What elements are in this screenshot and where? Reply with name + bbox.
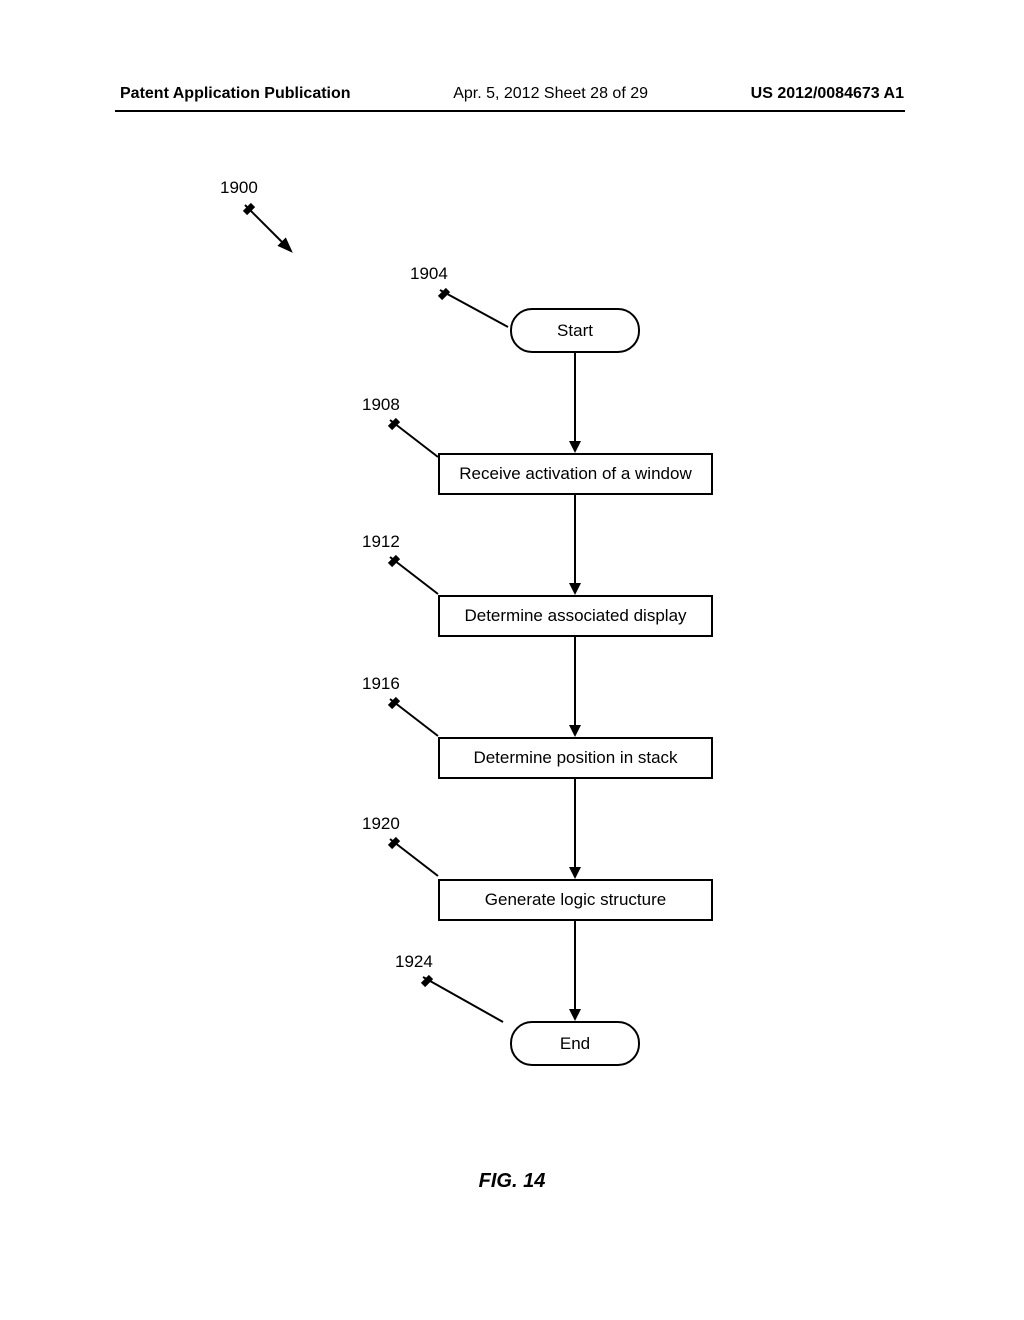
flowchart-step2: Determine associated display [438, 595, 713, 637]
page-header: Patent Application Publication Apr. 5, 2… [0, 85, 1024, 103]
label-1924: 1924 [395, 952, 433, 972]
label-1904: 1904 [410, 264, 448, 284]
arrow-3 [574, 637, 576, 727]
flowchart-step3: Determine position in stack [438, 737, 713, 779]
header-right: US 2012/0084673 A1 [751, 85, 904, 103]
arrow-head-1 [569, 441, 581, 453]
step3-text: Determine position in stack [473, 748, 677, 768]
leader-1900 [235, 200, 305, 265]
flowchart-start: Start [510, 308, 640, 353]
step2-text: Determine associated display [464, 606, 686, 626]
flowchart-step4: Generate logic structure [438, 879, 713, 921]
label-1916: 1916 [362, 674, 400, 694]
step1-text: Receive activation of a window [459, 464, 691, 484]
flowchart-step1: Receive activation of a window [438, 453, 713, 495]
start-text: Start [557, 321, 593, 341]
label-1920: 1920 [362, 814, 400, 834]
arrow-5 [574, 921, 576, 1011]
arrow-head-3 [569, 725, 581, 737]
label-1908: 1908 [362, 395, 400, 415]
header-divider [115, 110, 905, 112]
flowchart-diagram: 1900 1904 Start 1908 Receive activation … [0, 150, 1024, 1100]
label-1900: 1900 [220, 178, 258, 198]
arrow-head-2 [569, 583, 581, 595]
header-left: Patent Application Publication [120, 85, 351, 103]
arrow-head-4 [569, 867, 581, 879]
label-1912: 1912 [362, 532, 400, 552]
flowchart-end: End [510, 1021, 640, 1066]
step4-text: Generate logic structure [485, 890, 666, 910]
header-center: Apr. 5, 2012 Sheet 28 of 29 [453, 85, 648, 103]
arrow-head-5 [569, 1009, 581, 1021]
figure-caption: FIG. 14 [0, 1170, 1024, 1193]
arrow-4 [574, 779, 576, 869]
arrow-1 [574, 353, 576, 443]
end-text: End [560, 1034, 590, 1054]
leader-1904 [430, 285, 520, 340]
leader-1924 [413, 972, 513, 1032]
arrow-2 [574, 495, 576, 585]
